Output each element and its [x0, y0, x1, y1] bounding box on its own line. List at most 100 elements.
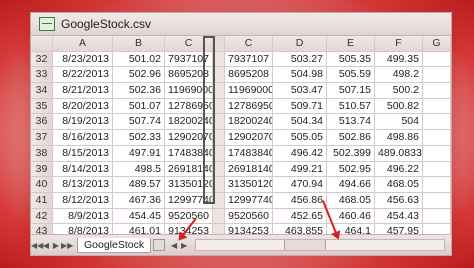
sheet-tab[interactable]: GoogleStock	[77, 237, 152, 253]
column-header-g[interactable]: G	[423, 36, 451, 52]
table-cell[interactable]: 8/15/2013	[53, 145, 113, 162]
table-cell[interactable]: 18200240	[225, 114, 273, 131]
table-cell[interactable]: 502.36	[113, 83, 165, 99]
table-cell[interactable]: 496.22	[375, 161, 423, 178]
row-header[interactable]: 38	[31, 145, 53, 162]
table-cell[interactable]: 513.74	[327, 114, 375, 131]
table-cell[interactable]: 496.42	[273, 145, 327, 162]
table-cell[interactable]: 8/22/2013	[53, 67, 113, 84]
table-cell[interactable]: 9520560	[165, 208, 213, 225]
table-cell[interactable]: 8/21/2013	[53, 83, 113, 99]
table-cell[interactable]	[423, 130, 451, 146]
table-cell[interactable]: 470.94	[273, 177, 327, 193]
table-cell[interactable]: 509.71	[273, 98, 327, 115]
table-cell[interactable]: 507.74	[113, 114, 165, 131]
table-cell[interactable]: 468.05	[375, 177, 423, 193]
table-cell[interactable]: 12786950	[225, 98, 273, 115]
table-cell[interactable]: 501.02	[113, 51, 165, 68]
table-cell[interactable]: 8/14/2013	[53, 161, 113, 178]
table-cell[interactable]: 460.46	[327, 208, 375, 225]
table-cell[interactable]: 452.65	[273, 208, 327, 225]
table-cell[interactable]: 505.59	[327, 67, 375, 84]
table-cell[interactable]	[423, 67, 451, 84]
row-header[interactable]: 40	[31, 177, 53, 193]
table-cell[interactable]: 468.05	[327, 192, 375, 209]
table-cell[interactable]: 8/20/2013	[53, 98, 113, 115]
table-cell[interactable]	[423, 208, 451, 225]
row-header[interactable]: 42	[31, 208, 53, 225]
table-cell[interactable]: 510.57	[327, 98, 375, 115]
table-cell[interactable]: 498.86	[375, 130, 423, 146]
table-cell[interactable]: 456.86	[273, 192, 327, 209]
table-cell[interactable]: 507.15	[327, 83, 375, 99]
table-cell[interactable]: 11969000	[225, 83, 273, 99]
row-header[interactable]: 41	[31, 192, 53, 209]
table-cell[interactable]: 489.57	[113, 177, 165, 193]
table-cell[interactable]: 502.95	[327, 161, 375, 178]
table-cell[interactable]: 17483840	[225, 145, 273, 162]
table-cell[interactable]	[423, 177, 451, 193]
row-header[interactable]: 33	[31, 67, 53, 84]
table-cell[interactable]: 8/19/2013	[53, 114, 113, 131]
select-all-corner[interactable]	[31, 36, 53, 52]
table-cell[interactable]: 502.33	[113, 130, 165, 146]
row-header[interactable]: 37	[31, 130, 53, 146]
row-header[interactable]: 34	[31, 83, 53, 99]
table-cell[interactable]: 456.63	[375, 192, 423, 209]
table-cell[interactable]: 8/13/2013	[53, 177, 113, 193]
table-cell[interactable]: 8/12/2013	[53, 192, 113, 209]
first-sheet-icon[interactable]: ◀◀	[31, 241, 43, 250]
table-cell[interactable]: 12997740	[225, 192, 273, 209]
split-bar-cell[interactable]	[213, 208, 225, 225]
table-cell[interactable]: 503.47	[273, 83, 327, 99]
table-cell[interactable]: 8/16/2013	[53, 130, 113, 146]
table-cell[interactable]: 9520560	[225, 208, 273, 225]
table-cell[interactable]: 505.05	[273, 130, 327, 146]
column-header-c-right[interactable]: C	[225, 36, 273, 52]
prev-sheet-icon[interactable]: ◀	[41, 241, 51, 250]
table-cell[interactable]: 454.45	[113, 208, 165, 225]
table-cell[interactable]: 502.96	[113, 67, 165, 84]
column-header-b[interactable]: B	[113, 36, 165, 52]
last-sheet-icon[interactable]: ▶▶	[61, 241, 73, 250]
column-header-a[interactable]: A	[53, 36, 113, 52]
table-cell[interactable]	[423, 145, 451, 162]
table-cell[interactable]: 498.5	[113, 161, 165, 178]
table-cell[interactable]: 12902070	[225, 130, 273, 146]
spreadsheet-grid[interactable]: A B C C D E F G 32 8/23/2013 501.02 7937107…	[31, 36, 451, 240]
horizontal-scrollbar[interactable]	[195, 239, 445, 251]
table-cell[interactable]: 500.2	[375, 83, 423, 99]
table-cell[interactable]: 8695208	[225, 67, 273, 84]
table-cell[interactable]: 503.27	[273, 51, 327, 68]
table-cell[interactable]	[423, 161, 451, 178]
row-header[interactable]: 32	[31, 51, 53, 68]
row-header[interactable]: 35	[31, 98, 53, 115]
table-cell[interactable]: 489.0833	[375, 145, 423, 162]
scroll-left-icon[interactable]: ◀	[169, 241, 179, 250]
column-header-d[interactable]: D	[273, 36, 327, 52]
table-cell[interactable]	[423, 114, 451, 131]
row-header[interactable]: 39	[31, 161, 53, 178]
table-cell[interactable]: 467.36	[113, 192, 165, 209]
table-cell[interactable]: 8/23/2013	[53, 51, 113, 68]
table-cell[interactable]: 494.66	[327, 177, 375, 193]
table-cell[interactable]: 504.98	[273, 67, 327, 84]
table-cell[interactable]: 504	[375, 114, 423, 131]
table-cell[interactable]: 26918140	[225, 161, 273, 178]
table-cell[interactable]: 498.2	[375, 67, 423, 84]
column-header-e[interactable]: E	[327, 36, 375, 52]
scrollbar-thumb[interactable]	[284, 240, 327, 250]
table-cell[interactable]: 502.86	[327, 130, 375, 146]
table-cell[interactable]	[423, 98, 451, 115]
table-cell[interactable]	[423, 51, 451, 68]
table-cell[interactable]: 454.43	[375, 208, 423, 225]
table-cell[interactable]: 505.35	[327, 51, 375, 68]
row-header[interactable]: 36	[31, 114, 53, 131]
column-header-f[interactable]: F	[375, 36, 423, 52]
table-cell[interactable]: 504.34	[273, 114, 327, 131]
tab-split-handle[interactable]	[153, 239, 166, 251]
table-cell[interactable]: 500.82	[375, 98, 423, 115]
next-sheet-icon[interactable]: ▶	[51, 241, 61, 250]
table-cell[interactable]	[423, 192, 451, 209]
table-cell[interactable]: 8/9/2013	[53, 208, 113, 225]
